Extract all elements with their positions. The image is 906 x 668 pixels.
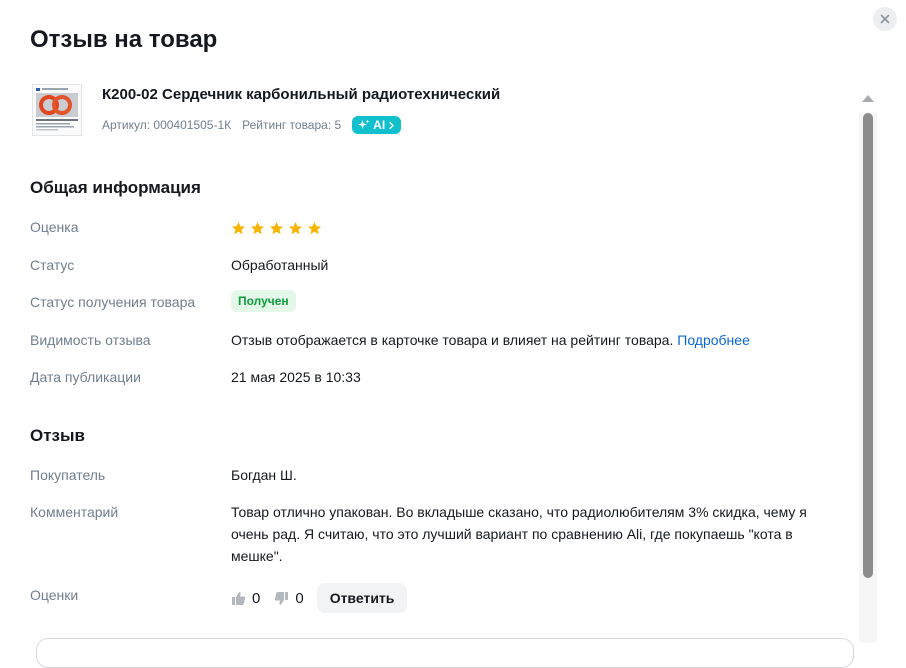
visibility-label: Видимость отзыва <box>30 332 151 348</box>
close-button[interactable] <box>873 7 897 31</box>
like-button[interactable]: 0 <box>231 590 260 607</box>
dislike-button[interactable]: 0 <box>274 589 304 607</box>
more-link[interactable]: Подробнее <box>677 332 750 348</box>
scrollbar-thumb[interactable] <box>863 113 873 578</box>
status-label: Статус <box>30 257 75 273</box>
star-icon <box>270 222 283 235</box>
modal-title: Отзыв на товар <box>30 26 218 53</box>
comment-text: Товар отлично упакован. Во вкладыше сказ… <box>231 504 807 564</box>
buyer-name: Богдан Ш. <box>231 467 297 483</box>
visibility-text: Отзыв отображается в карточке товара и в… <box>231 332 674 348</box>
ai-label: AI <box>373 118 386 132</box>
review-section-title: Отзыв <box>30 426 85 445</box>
star-icon <box>232 222 245 235</box>
product-name[interactable]: К200-02 Сердечник карбонильный радиотехн… <box>102 86 500 103</box>
buyer-label: Покупатель <box>30 467 106 483</box>
visibility-value: Отзыв отображается в карточке товара и в… <box>231 332 750 348</box>
close-icon <box>880 14 890 24</box>
product-article: Артикул: 000401505-1К <box>102 118 232 132</box>
receipt-status-label: Статус получения товара <box>30 294 196 310</box>
rating-label: Оценка <box>30 219 79 235</box>
scroll-up-arrow-icon[interactable] <box>862 95 874 102</box>
product-card: К200-02 Сердечник карбонильный радиотехн… <box>30 82 830 142</box>
ai-button[interactable]: AI <box>352 116 402 134</box>
chevron-right-icon <box>389 121 395 129</box>
thumbs-down-icon <box>275 591 289 605</box>
product-meta: Артикул: 000401505-1К Рейтинг товара: 5 … <box>102 116 402 134</box>
star-icon <box>289 222 302 235</box>
likes-count: 0 <box>252 589 261 607</box>
product-rating: Рейтинг товара: 5 <box>242 118 342 132</box>
general-info-title: Общая информация <box>30 178 201 197</box>
status-value: Обработанный <box>231 257 329 273</box>
star-icon <box>251 222 264 235</box>
publication-date-label: Дата публикации <box>30 369 141 385</box>
thumbs-up-icon <box>232 591 246 605</box>
receipt-status-badge: Получен <box>231 290 296 312</box>
product-image[interactable] <box>32 84 82 136</box>
star-icon <box>308 222 321 235</box>
modal-content: К200-02 Сердечник карбонильный радиотехн… <box>0 74 856 643</box>
rating-stars <box>231 221 322 236</box>
reply-button[interactable]: Ответить <box>316 583 408 613</box>
dislikes-count: 0 <box>295 589 304 607</box>
comment-label: Комментарий <box>30 504 119 520</box>
votes-label: Оценки <box>30 587 79 603</box>
publication-date-value: 21 мая 2025 в 10:33 <box>231 369 361 385</box>
votes-controls: 0 0 Ответить <box>231 583 408 613</box>
sparkle-icon <box>358 119 370 129</box>
